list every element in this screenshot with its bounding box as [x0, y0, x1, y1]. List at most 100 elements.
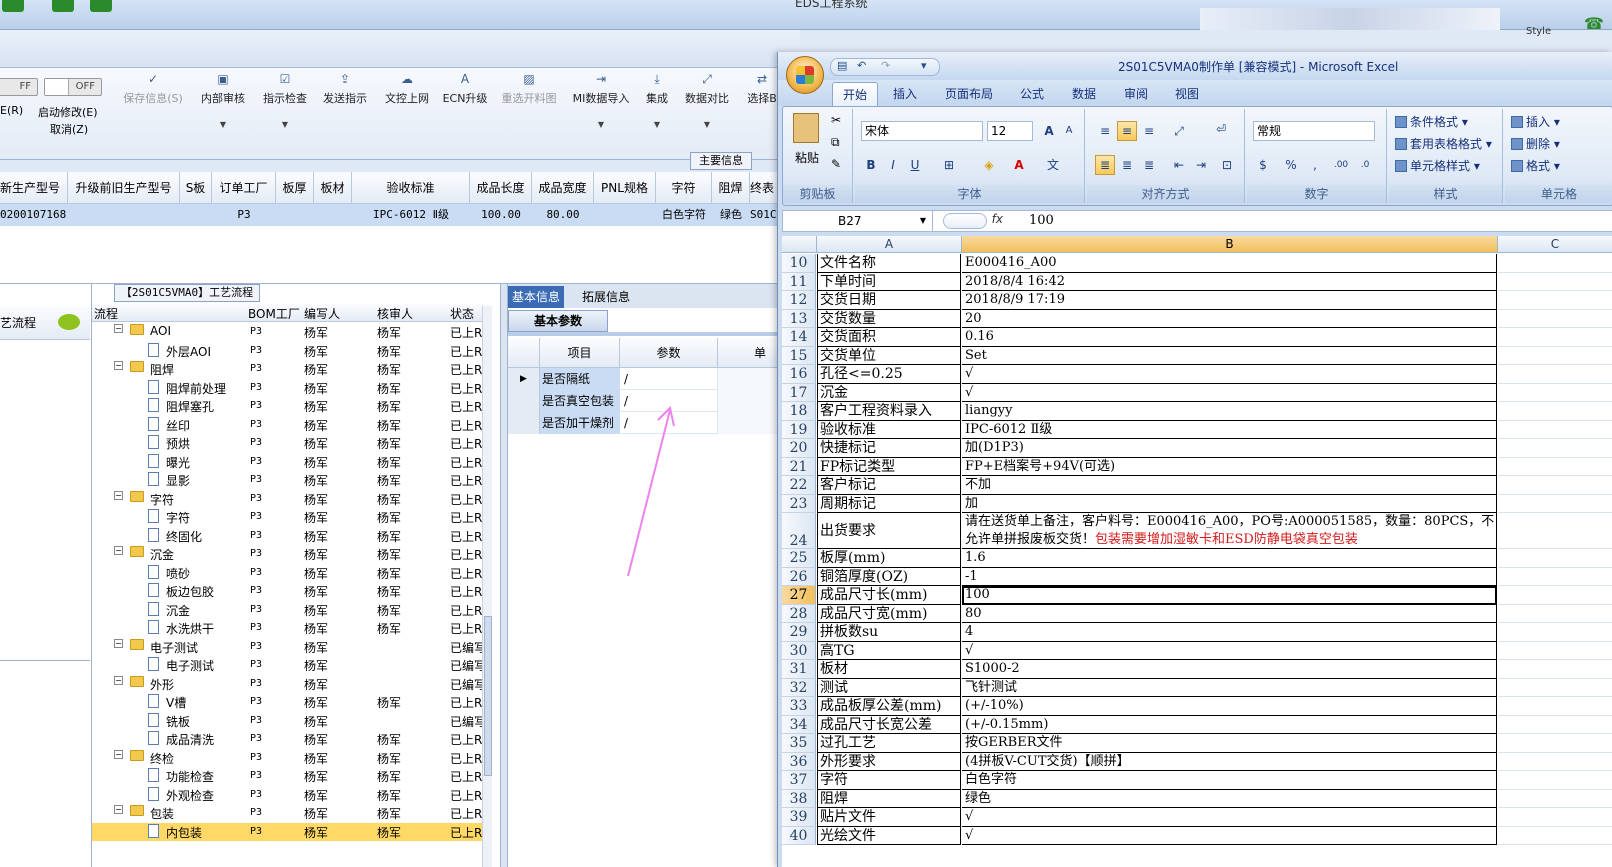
row-header[interactable]: 13 — [782, 309, 816, 328]
number-format-select[interactable]: 常规 — [1253, 121, 1375, 141]
cell-a[interactable]: 成品尺寸宽(mm) — [817, 604, 961, 623]
mi-import-button[interactable]: ⇥ MI数据导入 ▼ — [570, 72, 632, 156]
copy-icon[interactable]: ⧉ — [831, 135, 840, 150]
insert-cells-button[interactable]: 插入 ▾ — [1511, 113, 1560, 130]
row-header[interactable]: 16 — [782, 365, 816, 384]
cell-b[interactable]: (+/-10%) — [962, 697, 1497, 716]
font-color-icon[interactable]: A — [1009, 155, 1029, 175]
row-header[interactable]: 22 — [782, 476, 816, 495]
tab-extended-info[interactable]: 拓展信息 — [578, 286, 634, 308]
row-header[interactable]: 31 — [782, 660, 816, 679]
cell-a[interactable]: 成品尺寸长(mm) — [817, 586, 961, 605]
cell-c[interactable] — [1498, 421, 1612, 439]
cell-a[interactable]: 铜箔厚度(OZ) — [817, 567, 961, 586]
cell-a[interactable]: 沉金 — [817, 383, 961, 402]
collapse-icon[interactable]: − — [114, 546, 123, 555]
col-header[interactable]: 流程 — [94, 305, 118, 322]
tree-row[interactable]: 阻焊塞孔 P3 杨军 杨军 已上R — [92, 397, 482, 416]
ecn-upgrade-button[interactable]: A ECN升级 — [440, 72, 490, 156]
cell-a[interactable]: 过孔工艺 — [817, 734, 961, 753]
tree-row[interactable]: 阻焊前处理 P3 杨军 杨军 已上R — [92, 379, 482, 398]
row-header[interactable]: 27 — [782, 586, 816, 605]
grid-cell[interactable]: 0200107168 — [0, 204, 68, 226]
collapse-icon[interactable]: − — [114, 638, 123, 648]
cell-b[interactable]: S1000-2 — [962, 660, 1497, 679]
tree-row[interactable]: 显影 P3 杨军 杨军 已上R — [92, 471, 482, 490]
style-menu[interactable]: Style — [1526, 26, 1551, 37]
cell-c[interactable] — [1498, 439, 1612, 458]
cell-b[interactable]: FP+E档案号+94V(可选) — [962, 457, 1497, 476]
cell-b[interactable]: 白色字符 — [962, 771, 1497, 790]
select-all-corner[interactable] — [782, 236, 817, 253]
grow-font-icon[interactable]: A — [1039, 121, 1059, 141]
column-header-b[interactable]: B — [962, 236, 1498, 253]
cell-b[interactable]: 加(D1P3) — [962, 439, 1497, 458]
cell-b[interactable]: 100 — [962, 586, 1497, 605]
tree-row[interactable]: 喷砂 P3 杨军 杨军 已上R — [92, 564, 482, 583]
row-header[interactable]: 18 — [782, 402, 816, 421]
cell-c[interactable] — [1498, 365, 1612, 384]
decrease-decimal-icon[interactable]: .0 — [1355, 155, 1375, 175]
cell-c[interactable] — [1498, 310, 1612, 328]
tree-row[interactable]: 丝印 P3 杨军 杨军 已上R — [92, 416, 482, 435]
col-header[interactable]: 订单工厂 — [212, 172, 276, 204]
align-top-icon[interactable]: ≡ — [1095, 121, 1115, 141]
cell-b[interactable]: √ — [962, 383, 1497, 402]
cell-c[interactable] — [1498, 808, 1612, 827]
undo-icon[interactable]: ↶ — [857, 59, 866, 72]
internal-review-button[interactable]: ▣ 内部审核 ▼ — [196, 72, 250, 156]
monitor-icon[interactable] — [90, 0, 112, 12]
cell-c[interactable] — [1498, 476, 1612, 495]
main-info-tab[interactable]: 主要信息 — [690, 152, 752, 170]
cell-a[interactable]: 板材 — [817, 660, 961, 679]
instruction-check-button[interactable]: ☑ 指示检查 ▼ — [258, 72, 312, 156]
col-header[interactable]: 核审人 — [377, 305, 413, 322]
cell-c[interactable] — [1498, 458, 1612, 476]
row-header[interactable]: 12 — [782, 291, 816, 310]
tree-row[interactable]: − 电子测试 P3 杨军 已编写 — [92, 638, 486, 657]
cell-b[interactable]: √ — [962, 826, 1497, 845]
collapse-icon[interactable]: − — [114, 324, 123, 333]
merge-cells-icon[interactable]: ⊡ — [1217, 155, 1237, 175]
grid-cell[interactable]: P3 — [212, 204, 276, 226]
tree-row[interactable]: 电子测试 P3 杨军 已编写 — [92, 656, 486, 675]
col-header[interactable]: 单位 — [718, 338, 778, 390]
cut-icon[interactable]: ✂ — [831, 113, 841, 127]
tree-row[interactable]: 字符 P3 杨军 杨军 已上R — [92, 508, 482, 527]
tree-row[interactable]: − AOI P3 杨军 杨军 已上R — [92, 323, 482, 342]
tab-basic-params[interactable]: 基本参数 — [508, 310, 608, 332]
col-header[interactable]: 验收标准 — [352, 172, 470, 204]
tree-row[interactable]: 成品清洗 P3 杨军 杨军 已上R — [92, 730, 482, 749]
tree-row[interactable]: 外观检查 P3 杨军 杨军 已上R — [92, 786, 482, 805]
align-middle-icon[interactable]: ≡ — [1117, 121, 1137, 141]
tab-view[interactable]: 视图 — [1175, 85, 1199, 102]
col-header[interactable]: 板材 — [314, 172, 352, 204]
col-header[interactable]: 字符 — [656, 172, 712, 204]
align-center-icon[interactable]: ≣ — [1117, 155, 1137, 175]
phonetic-icon[interactable]: 文 — [1043, 155, 1063, 175]
tree-row[interactable]: 水洗烘干 P3 杨军 杨军 已上R — [92, 619, 482, 638]
row-header[interactable]: 17 — [782, 383, 816, 402]
cell-b[interactable]: (+/-0.15mm) — [962, 715, 1497, 734]
font-size-select[interactable]: 12 — [987, 121, 1033, 141]
collapse-icon[interactable]: − — [114, 749, 123, 759]
cell-b[interactable]: 0.16 — [962, 328, 1497, 347]
row-header[interactable]: 30 — [782, 641, 816, 660]
integrate-button[interactable]: ⤓ 集成 ▼ — [640, 72, 674, 156]
cell-a[interactable]: 光绘文件 — [817, 826, 961, 845]
wrap-text-icon[interactable]: ⏎ — [1209, 119, 1233, 143]
format-cells-button[interactable]: 格式 ▾ — [1511, 157, 1560, 174]
row-header[interactable]: 24 — [782, 513, 816, 549]
customize-qat-icon[interactable]: ▾ — [921, 59, 927, 72]
tab-basic-info[interactable]: 基本信息 — [508, 286, 565, 308]
tree-row[interactable]: − 外形 P3 杨军 已编写 — [92, 675, 486, 694]
cell-c[interactable] — [1498, 273, 1612, 291]
cell-b[interactable]: Set — [962, 346, 1497, 365]
tab-insert[interactable]: 插入 — [893, 85, 917, 102]
cell-a[interactable]: 孔径<=0.25 — [817, 365, 961, 384]
tree-row[interactable]: 板边包胶 P3 杨军 杨军 已上R — [92, 582, 482, 601]
user-icon[interactable] — [52, 0, 74, 12]
border-icon[interactable]: ⊞ — [939, 155, 959, 175]
tree-row[interactable]: − 阻焊 P3 杨军 杨军 已上R — [92, 360, 482, 379]
tree-row[interactable]: 铣板 P3 杨军 已编写 — [92, 712, 486, 731]
